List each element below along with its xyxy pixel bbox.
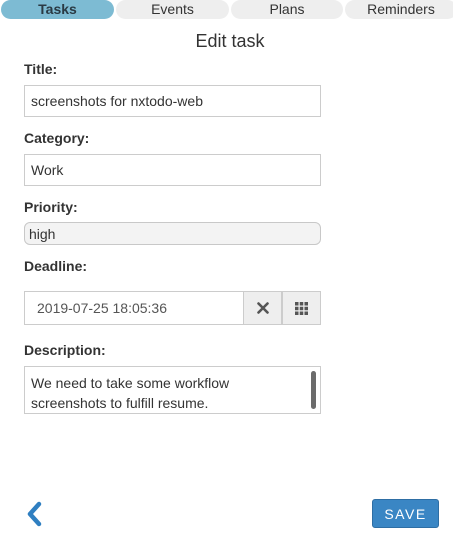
calendar-grid-icon <box>295 301 308 315</box>
title-field-value: screenshots for nxtodo-web <box>31 93 203 109</box>
description-scrollbar[interactable] <box>311 371 316 409</box>
deadline-field[interactable]: 2019-07-25 18:05:36 <box>24 291 243 325</box>
priority-select[interactable]: high <box>24 222 321 245</box>
deadline-picker: 2019-07-25 18:05:36 <box>24 291 321 325</box>
save-button[interactable]: SAVE <box>372 499 439 528</box>
chevron-left-icon <box>27 501 42 527</box>
category-field[interactable]: Work <box>24 154 321 186</box>
description-label: Description: <box>24 342 106 358</box>
priority-select-value: high <box>29 225 56 242</box>
title-field[interactable]: screenshots for nxtodo-web <box>24 85 321 117</box>
description-field[interactable]: We need to take some workflow screenshot… <box>24 366 321 414</box>
close-icon <box>256 302 269 314</box>
tab-tasks[interactable]: Tasks <box>1 0 114 19</box>
clear-deadline-button[interactable] <box>243 291 282 325</box>
deadline-field-value: 2019-07-25 18:05:36 <box>37 300 167 316</box>
tab-bar: Tasks Events Plans Reminders <box>0 0 453 19</box>
tab-reminders[interactable]: Reminders <box>345 0 453 19</box>
back-button[interactable] <box>24 501 46 527</box>
tab-events[interactable]: Events <box>116 0 229 19</box>
title-label: Title: <box>24 61 58 77</box>
category-label: Category: <box>24 130 90 146</box>
deadline-label: Deadline: <box>24 258 88 274</box>
tab-plans[interactable]: Plans <box>231 0 343 19</box>
page-title: Edit task <box>195 31 265 51</box>
description-field-value: We need to take some workflow screenshot… <box>31 375 230 411</box>
calendar-button[interactable] <box>282 291 321 325</box>
priority-label: Priority: <box>24 199 78 215</box>
category-field-value: Work <box>31 162 64 178</box>
